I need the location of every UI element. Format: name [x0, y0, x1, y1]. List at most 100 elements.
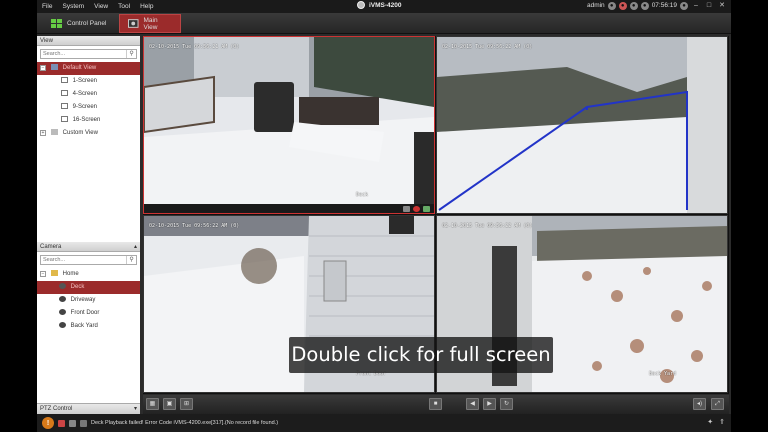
view-icon [51, 64, 58, 71]
camera-item-label: Driveway [70, 297, 96, 303]
menu-file[interactable]: File [37, 3, 57, 10]
back-yard-camera-name: Back Yard [649, 371, 677, 377]
folder-icon [51, 129, 58, 136]
screen-layout-icon [61, 116, 68, 123]
view-search-input[interactable] [41, 50, 127, 58]
record-icon[interactable] [403, 205, 410, 212]
user-name: admin [586, 2, 605, 9]
tab-control-panel[interactable]: Control Panel [43, 14, 117, 33]
ptz-control-header[interactable]: PTZ Control ▾ [37, 403, 140, 414]
disk-icon[interactable]: ● [629, 1, 638, 10]
menu-bar: File System View Tool Help iVMS-4200 adm… [37, 0, 731, 13]
alarm-icon[interactable]: ● [618, 1, 627, 10]
app-title-text: iVMS-4200 [369, 1, 402, 9]
window-division-icon[interactable]: ▣ [163, 398, 176, 410]
view-4-screen[interactable]: 4-Screen [37, 88, 140, 101]
deck-camera-name: Deck [356, 192, 369, 198]
deck-video-frame [144, 37, 434, 213]
refresh-icon[interactable]: ↻ [500, 398, 513, 410]
video-cell-driveway[interactable]: 02-10-2015 Tue 09:56:22 AM (0) [436, 36, 728, 214]
view-tree: − Default View 1-Screen 4-Screen 9-Scree… [37, 62, 140, 222]
camera-search-input[interactable] [41, 256, 127, 264]
view-default[interactable]: − Default View [37, 62, 140, 75]
chevron-up-icon[interactable]: ▴ [134, 242, 137, 252]
deck-osd-timestamp: 02-10-2015 Tue 09:56:21 AM (0) [149, 44, 240, 50]
view-panel-header[interactable]: View [37, 36, 140, 46]
back-yard-osd-timestamp: 02-10-2015 Tue 09:56:22 AM (0) [442, 223, 533, 229]
video-cell-deck[interactable]: 02-10-2015 Tue 09:56:21 AM (0) Deck [143, 36, 435, 214]
ptz-control-label: PTZ Control [40, 406, 73, 412]
view-1-screen[interactable]: 1-Screen [37, 75, 140, 88]
capture-icon[interactable] [423, 205, 430, 212]
app-title: iVMS-4200 [357, 1, 402, 9]
video-toolbar: ▦ ▣ ⊞ ■ ◀ ▶ ↻ ◂) ⤢ [143, 395, 729, 414]
left-panel: View ⚲ − Default View 1-Screen 4-Screen … [37, 36, 140, 414]
menu-tool[interactable]: Tool [113, 3, 135, 10]
view-4-screen-label: 4-Screen [72, 91, 98, 97]
tab-main-view[interactable]: Main View [119, 14, 181, 33]
screen-layout-icon [61, 90, 68, 97]
expand-up-icon[interactable]: ⇑ [719, 418, 725, 426]
camera-search: ⚲ [40, 255, 137, 265]
collapse-icon[interactable]: − [40, 271, 46, 277]
collapse-icon[interactable]: − [40, 65, 46, 71]
screen-layout-icon [61, 77, 68, 84]
camera-panel-header[interactable]: Camera ▴ [37, 242, 140, 252]
camera-tree: − Home Deck Driveway Front Door Back Yar… [37, 268, 140, 333]
view-custom[interactable]: + Custom View [37, 127, 140, 140]
pin-icon[interactable]: ✦ [707, 418, 713, 426]
tab-control-panel-label: Control Panel [67, 20, 107, 27]
close-icon[interactable]: ✕ [717, 1, 727, 10]
view-custom-label: Custom View [62, 130, 98, 136]
stop-icon[interactable] [413, 205, 420, 212]
main-view-icon [128, 19, 139, 28]
caption-overlay: Double click for full screen [289, 337, 553, 373]
maximize-icon[interactable]: □ [704, 1, 714, 10]
driveway-osd-timestamp: 02-10-2015 Tue 09:56:22 AM (0) [442, 44, 533, 50]
fullscreen-icon[interactable]: ⤢ [711, 398, 724, 410]
custom-layout-icon[interactable]: ⊞ [180, 398, 193, 410]
camera-item-back-yard[interactable]: Back Yard [37, 320, 140, 333]
search-icon[interactable]: ⚲ [126, 256, 136, 264]
menu-system[interactable]: System [57, 3, 89, 10]
tab-main-view-label: Main View [143, 16, 158, 31]
driveway-video-frame [437, 37, 727, 213]
view-9-screen[interactable]: 9-Screen [37, 101, 140, 114]
camera-icon [59, 309, 66, 316]
menu-view[interactable]: View [89, 3, 113, 10]
camera-item-front-door[interactable]: Front Door [37, 307, 140, 320]
next-page-icon[interactable]: ▶ [483, 398, 496, 410]
previous-page-icon[interactable]: ◀ [466, 398, 479, 410]
network-icon[interactable]: ● [640, 1, 649, 10]
settings-icon[interactable]: ● [680, 1, 688, 10]
sound-icon[interactable] [80, 419, 87, 427]
view-16-screen[interactable]: 16-Screen [37, 114, 140, 127]
volume-icon[interactable]: ◂) [693, 398, 706, 410]
warning-icon[interactable]: ! [42, 417, 54, 429]
camera-icon [59, 283, 66, 290]
stop-all-icon[interactable]: ■ [429, 398, 442, 410]
view-1-screen-label: 1-Screen [72, 78, 98, 84]
status-right: ✦ ⇑ [707, 418, 725, 426]
app-logo-icon [357, 1, 365, 9]
camera-group-home[interactable]: − Home [37, 268, 140, 281]
view-16-screen-label: 16-Screen [72, 117, 101, 123]
alarm-event-icon[interactable] [58, 419, 65, 427]
screen-layout-icon [61, 103, 68, 110]
deck-cell-toolbar [144, 204, 434, 213]
layout-icon[interactable]: ▦ [146, 398, 159, 410]
view-default-label: Default View [62, 65, 97, 71]
folder-icon [51, 270, 58, 277]
search-icon[interactable]: ⚲ [126, 50, 136, 58]
status-message: Deck Playback failed! Error Code iVMS-42… [91, 420, 279, 426]
minimize-icon[interactable]: – [691, 1, 701, 10]
camera-item-label: Back Yard [70, 323, 98, 329]
lock-icon[interactable]: ● [607, 1, 616, 10]
expand-icon[interactable]: + [40, 130, 46, 136]
camera-item-deck[interactable]: Deck [37, 281, 140, 294]
menu-help[interactable]: Help [135, 3, 158, 10]
device-icon[interactable] [69, 419, 76, 427]
camera-item-driveway[interactable]: Driveway [37, 294, 140, 307]
tab-bar: Control Panel Main View [37, 13, 731, 34]
camera-icon [59, 296, 66, 303]
